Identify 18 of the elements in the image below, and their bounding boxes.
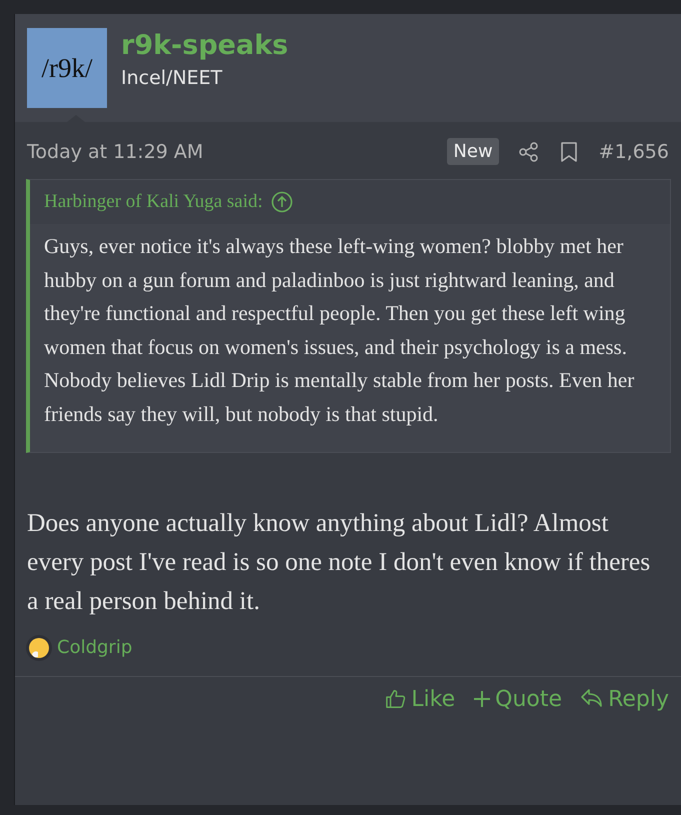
avatar[interactable]: /r9k/ (27, 28, 107, 108)
like-button[interactable]: Like (383, 686, 458, 712)
post-date[interactable]: Today at 11:29 AM (27, 140, 448, 162)
quote-text: Guys, ever notice it's always these left-wing women? blobby met her hubby on a gun forum and paladinboo is just rightward leaning, and they're functional and respectful people. Then you get these left wing women that focus on women's issues, and their psychology is a mess. Nobody believes Lidl Drip is mentally stable from her posts. Even her friends say they will, but nobody is that stupid. (43, 233, 636, 428)
quote-attribution: Harbinger of Kali Yuga said: (44, 191, 263, 213)
plus-icon (473, 690, 492, 708)
username[interactable]: r9k-speaks (121, 30, 288, 61)
bookmark-icon[interactable] (560, 142, 577, 162)
arrow-up-circle-icon[interactable] (270, 191, 293, 213)
user-title: Incel/NEET (121, 67, 224, 89)
post-number[interactable]: #1,656 (598, 140, 669, 162)
post-text: Does anyone actually know anything about Lidl? Almost every post I've read is so one note I don't even know if theres a real person behind it. (27, 506, 652, 617)
new-badge: New (447, 138, 499, 165)
quote-button[interactable]: Quote (471, 686, 564, 712)
reply-button[interactable]: Reply (578, 686, 671, 712)
thumbs-up-icon (385, 688, 408, 710)
reaction-users[interactable]: Coldgrip (57, 637, 132, 658)
share-icon[interactable] (518, 142, 539, 162)
